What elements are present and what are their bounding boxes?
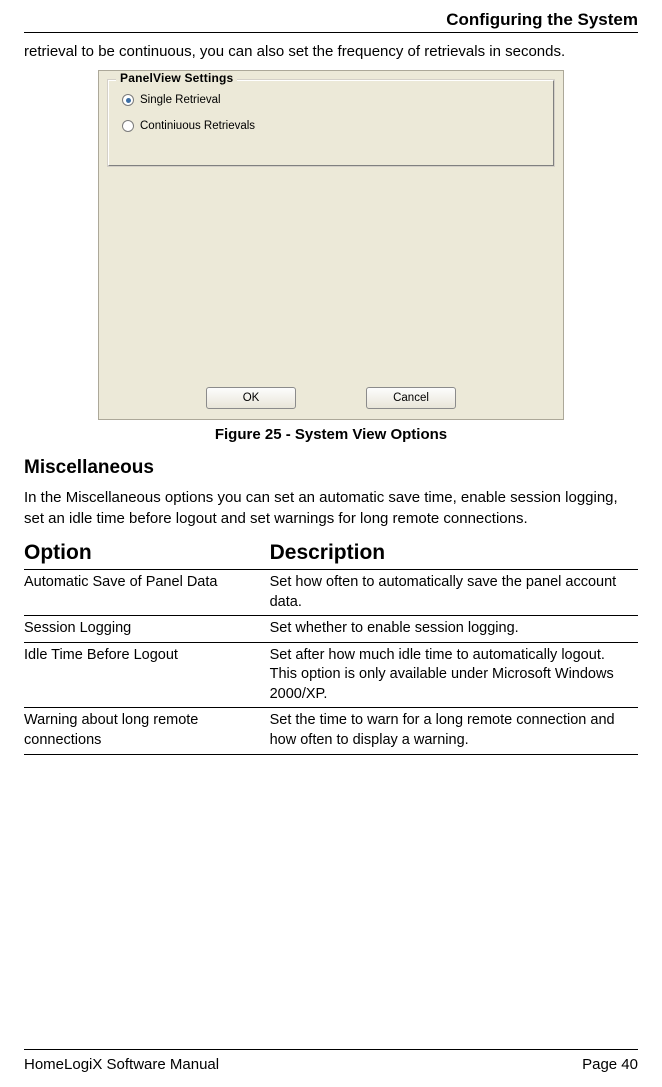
figure-wrap: PanelView Settings Single Retrieval Cont… (24, 70, 638, 443)
radio-continuous-retrievals[interactable]: Continiuous Retrievals (122, 120, 255, 132)
table-header-description: Description (270, 539, 638, 570)
table-row: Session Logging Set whether to enable se… (24, 616, 638, 643)
dialog-button-row: OK Cancel (99, 387, 563, 409)
radio-icon (122, 94, 134, 106)
panelview-groupbox: PanelView Settings Single Retrieval Cont… (107, 79, 555, 167)
page-footer: HomeLogiX Software Manual Page 40 (24, 1049, 638, 1073)
options-table: Option Description Automatic Save of Pan… (24, 539, 638, 755)
table-header-option: Option (24, 539, 270, 570)
option-cell: Automatic Save of Panel Data (24, 570, 270, 616)
description-cell: Set the time to warn for a long remote c… (270, 708, 638, 754)
table-row: Warning about long remote connections Se… (24, 708, 638, 754)
groupbox-legend: PanelView Settings (116, 71, 237, 85)
description-cell: Set whether to enable session logging. (270, 616, 638, 643)
misc-intro-paragraph: In the Miscellaneous options you can set… (24, 487, 638, 529)
table-row: Idle Time Before Logout Set after how mu… (24, 642, 638, 708)
page-header-title: Configuring the System (24, 10, 638, 33)
ok-button[interactable]: OK (206, 387, 296, 409)
radio-label: Continiuous Retrievals (140, 120, 255, 132)
description-cell: Set after how much idle time to automati… (270, 642, 638, 708)
radio-icon (122, 120, 134, 132)
section-heading-miscellaneous: Miscellaneous (24, 457, 638, 479)
intro-paragraph: retrieval to be continuous, you can also… (24, 41, 638, 62)
table-row: Automatic Save of Panel Data Set how oft… (24, 570, 638, 616)
footer-left: HomeLogiX Software Manual (24, 1056, 219, 1073)
radio-single-retrieval[interactable]: Single Retrieval (122, 94, 221, 106)
footer-right: Page 40 (582, 1056, 638, 1073)
description-cell: Set how often to automatically save the … (270, 570, 638, 616)
panelview-dialog: PanelView Settings Single Retrieval Cont… (98, 70, 564, 420)
option-cell: Session Logging (24, 616, 270, 643)
option-cell: Idle Time Before Logout (24, 642, 270, 708)
figure-caption: Figure 25 - System View Options (215, 426, 447, 443)
cancel-button[interactable]: Cancel (366, 387, 456, 409)
radio-label: Single Retrieval (140, 94, 221, 106)
option-cell: Warning about long remote connections (24, 708, 270, 754)
table-header-row: Option Description (24, 539, 638, 570)
